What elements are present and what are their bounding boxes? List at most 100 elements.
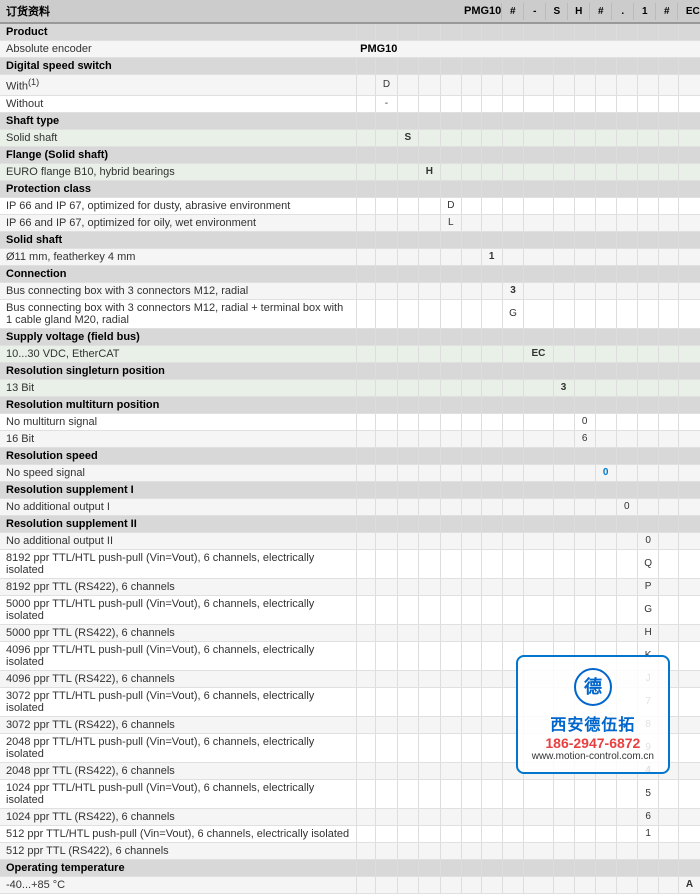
option-label-dusty: IP 66 and IP 67, optimized for dusty, ab…	[0, 197, 356, 214]
option-label-1024-ttl: 1024 ppr TTL (RS422), 6 channels	[0, 808, 356, 825]
code-pos-4: H	[567, 3, 589, 20]
section-label-singleturn: Resolution singleturn position	[0, 362, 356, 379]
code-pos-9: EC	[677, 3, 700, 20]
section-label-supp2: Resolution supplement II	[0, 515, 356, 532]
code-0-multiturn: 0	[574, 413, 595, 430]
code-pos-5: #	[589, 3, 611, 20]
row-with-digital-switch: With(1) D	[0, 75, 700, 96]
header-codes-area: PMG10 # - S H # . 1 # EC 3 . # 0 0 # A	[460, 0, 700, 22]
row-conn-3m12: Bus connecting box with 3 connectors M12…	[0, 282, 700, 299]
row-temp-40-85: -40...+85 °C A	[0, 876, 700, 893]
section-label-temp: Operating temperature	[0, 859, 356, 876]
code-6-1024: 6	[637, 808, 659, 825]
product-code-header: PMG10	[460, 2, 501, 20]
section-label-connection: Connection	[0, 265, 356, 282]
code-pos-6: .	[611, 3, 633, 20]
option-label: Absolute encoder	[0, 41, 356, 58]
row-without-digital-switch: Without -	[0, 95, 700, 112]
code-col-15	[659, 24, 679, 41]
option-label-5000-push: 5000 ppr TTL/HTL push-pull (Vin=Vout), 6…	[0, 595, 356, 624]
row-1024-ttlhtl: 1024 ppr TTL/HTL push-pull (Vin=Vout), 6…	[0, 779, 700, 808]
code-col-3	[397, 24, 418, 41]
code-pos-8: #	[655, 3, 677, 20]
option-label-16bit: 16 Bit	[0, 430, 356, 447]
section-product: Product	[0, 24, 700, 41]
code-col-4	[419, 24, 441, 41]
section-label-shaft-size: Solid shaft	[0, 231, 356, 248]
section-label-product: Product	[0, 24, 356, 41]
section-label-supp1: Resolution supplement I	[0, 481, 356, 498]
section-supplement-2: Resolution supplement II	[0, 515, 700, 532]
watermark-company-name: 西安德伍拓	[532, 711, 654, 735]
option-label-no-add2: No additional output II	[0, 532, 356, 549]
watermark-logo: 德	[573, 667, 613, 707]
section-label-multiturn: Resolution multiturn position	[0, 396, 356, 413]
option-label-8192-ttl: 8192 ppr TTL (RS422), 6 channels	[0, 578, 356, 595]
row-16bit-multiturn: 16 Bit 6	[0, 430, 700, 447]
option-label-without: Without	[0, 95, 356, 112]
code-col-11	[574, 24, 595, 41]
row-protection-oily: IP 66 and IP 67, optimized for oily, wet…	[0, 214, 700, 231]
row-8192-ttl: 8192 ppr TTL (RS422), 6 channels P	[0, 578, 700, 595]
option-label-conn-terminal: Bus connecting box with 3 connectors M12…	[0, 299, 356, 328]
section-supply-voltage: Supply voltage (field bus)	[0, 328, 700, 345]
row-512-ttl: 512 ppr TTL (RS422), 6 channels	[0, 842, 700, 859]
section-protection: Protection class	[0, 180, 700, 197]
row-conn-3m12-terminal: Bus connecting box with 3 connectors M12…	[0, 299, 700, 328]
section-connection: Connection	[0, 265, 700, 282]
code-3-conn: 3	[502, 282, 524, 299]
page-container: 订货资料 PMG10 # - S H # . 1 # EC 3 . # 0 0 …	[0, 0, 700, 894]
option-label-512-ttl: 512 ppr TTL (RS422), 6 channels	[0, 842, 356, 859]
row-absolute-encoder: Absolute encoder PMG10	[0, 41, 700, 58]
option-label-shaft-11mm: Ø11 mm, featherkey 4 mm	[0, 248, 356, 265]
watermark: 德 西安德伍拓 186-2947-6872 www.motion-control…	[516, 655, 670, 774]
code-d-prot: D	[440, 197, 462, 214]
section-label-protection: Protection class	[0, 180, 356, 197]
code-pos-1: #	[501, 3, 523, 20]
option-label-solid-shaft: Solid shaft	[0, 129, 356, 146]
section-flange: Flange (Solid shaft)	[0, 146, 700, 163]
option-label-3072-push: 3072 ppr TTL/HTL push-pull (Vin=Vout), 6…	[0, 687, 356, 716]
row-supply-ethercat: 10...30 VDC, EtherCAT EC	[0, 345, 700, 362]
code-col-5	[440, 24, 462, 41]
code-0-supp1: 0	[616, 498, 637, 515]
code-6-multiturn: 6	[574, 430, 595, 447]
code-col-2	[376, 24, 398, 41]
header-bar: 订货资料 PMG10 # - S H # . 1 # EC 3 . # 0 0 …	[0, 0, 700, 24]
option-label-with: With(1)	[0, 75, 356, 96]
code-p: P	[637, 578, 659, 595]
row-5000-ttl: 5000 ppr TTL (RS422), 6 channels H	[0, 624, 700, 641]
option-label-4096-push: 4096 ppr TTL/HTL push-pull (Vin=Vout), 6…	[0, 641, 356, 670]
code-s-shaft: S	[397, 129, 418, 146]
code-col-14	[637, 24, 659, 41]
code-col-7	[481, 24, 502, 41]
code-d-digital: D	[376, 75, 398, 96]
code-cells: # - S H # . 1 # EC 3 . # 0 0 # A	[501, 3, 700, 20]
option-label-no-add1: No additional output I	[0, 498, 356, 515]
code-5: 5	[637, 779, 659, 808]
code-q: Q	[637, 549, 659, 578]
code-ec-supply: EC	[524, 345, 553, 362]
option-label-8192-push: 8192 ppr TTL/HTL push-pull (Vin=Vout), 6…	[0, 549, 356, 578]
row-no-speed: No speed signal 0	[0, 464, 700, 481]
row-shaft-11mm: Ø11 mm, featherkey 4 mm 1	[0, 248, 700, 265]
code-h-flange: H	[419, 163, 441, 180]
code-col-6	[462, 24, 482, 41]
header-title: 订货资料	[0, 0, 460, 22]
option-label-5000-ttl: 5000 ppr TTL (RS422), 6 channels	[0, 624, 356, 641]
code-col-16	[679, 24, 700, 41]
section-shaft-type: Shaft type	[0, 112, 700, 129]
option-label-13bit: 13 Bit	[0, 379, 356, 396]
code-col-13	[616, 24, 637, 41]
row-1024-ttl: 1024 ppr TTL (RS422), 6 channels 6	[0, 808, 700, 825]
code-empty-512	[637, 842, 659, 859]
row-5000-ttlhtl: 5000 ppr TTL/HTL push-pull (Vin=Vout), 6…	[0, 595, 700, 624]
code-1-shaft: 1	[481, 248, 502, 265]
section-label-shaft: Shaft type	[0, 112, 356, 129]
option-label-no-speed: No speed signal	[0, 464, 356, 481]
option-label-1024-push: 1024 ppr TTL/HTL push-pull (Vin=Vout), 6…	[0, 779, 356, 808]
section-label-speed: Resolution speed	[0, 447, 356, 464]
row-euro-flange: EURO flange B10, hybrid bearings H	[0, 163, 700, 180]
option-label-512-push: 512 ppr TTL/HTL push-pull (Vin=Vout), 6 …	[0, 825, 356, 842]
code-pos-2: -	[523, 3, 545, 20]
